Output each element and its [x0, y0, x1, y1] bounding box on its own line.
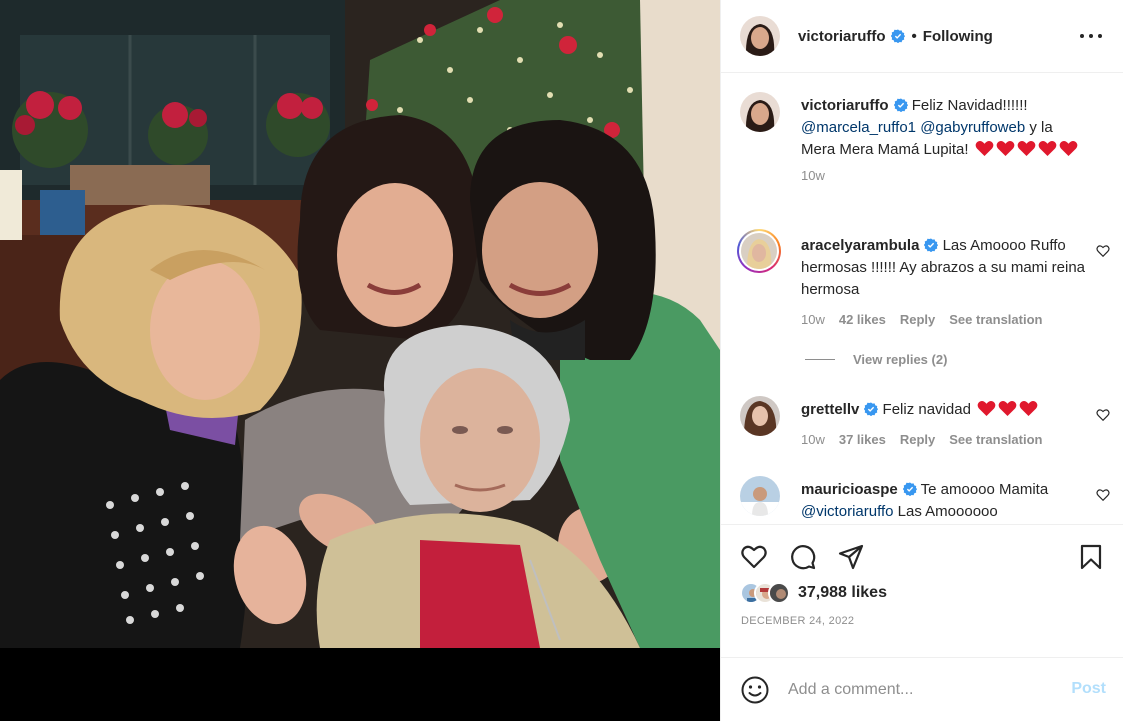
header-user: victoriaruffo • Following — [798, 28, 993, 45]
caption: victoriaruffo Feliz Navidad!!!!!! @marce… — [740, 92, 1110, 212]
comment-input[interactable] — [788, 678, 1048, 702]
comment-body: grettellv Feliz navidad 10w 37 likes Rep… — [801, 399, 1091, 451]
post-media[interactable] — [0, 0, 720, 721]
verified-icon — [924, 238, 939, 252]
comment-meta: 10w 37 likes Reply See translation — [801, 429, 1091, 451]
heart-emoji — [977, 401, 996, 417]
mention-link[interactable]: @gabyruffoweb — [920, 119, 1025, 136]
post-comment-button[interactable]: Post — [1071, 680, 1106, 698]
save-icon[interactable] — [1077, 543, 1105, 571]
comment-likes[interactable]: 37 likes — [839, 432, 886, 447]
heart-emoji — [1038, 141, 1057, 157]
mention-link[interactable]: @marcela_ruffo1 — [801, 119, 916, 136]
verified-icon — [902, 482, 917, 496]
comment-text: Te amoooo Mamita — [920, 481, 1049, 498]
comment-username[interactable]: mauricioaspe — [801, 481, 898, 498]
comment-username[interactable]: grettellv — [801, 401, 859, 418]
comment-row: aracelyarambula Las Amoooo Ruffo hermosa… — [737, 229, 1110, 342]
post-date[interactable]: DECEMBER 24, 2022 — [741, 615, 854, 627]
caption-username[interactable]: victoriaruffo — [801, 97, 889, 114]
reply-button[interactable]: Reply — [900, 312, 935, 327]
comment-text: Feliz navidad — [882, 401, 971, 418]
like-comment-icon[interactable] — [1096, 408, 1110, 422]
comment-composer: Post — [721, 657, 1123, 721]
likes-row[interactable]: 37,988 likes — [740, 582, 887, 604]
comment-body: aracelyarambula Las Amoooo Ruffo hermosa… — [801, 235, 1091, 331]
caption-avatar[interactable] — [740, 92, 780, 132]
verified-icon — [890, 29, 905, 43]
comments-list[interactable]: victoriaruffo Feliz Navidad!!!!!! @marce… — [721, 74, 1123, 524]
see-translation-button[interactable]: See translation — [949, 432, 1042, 447]
heart-emoji — [998, 401, 1017, 417]
separator-dot: • — [911, 27, 917, 45]
comment-time[interactable]: 10w — [801, 309, 825, 331]
caption-avatar-image — [740, 92, 780, 132]
post-photo[interactable] — [0, 0, 720, 648]
comment-meta: 10w 42 likes Reply See translation — [801, 309, 1091, 331]
commenter-avatar-image — [740, 476, 780, 516]
family-christmas-photo — [0, 0, 720, 648]
view-replies-button[interactable]: View replies (2) — [805, 352, 947, 367]
like-icon[interactable] — [740, 543, 768, 571]
commenter-avatar-image — [741, 233, 777, 269]
reply-button[interactable]: Reply — [900, 432, 935, 447]
comment-avatar[interactable] — [740, 396, 780, 436]
photo-letterbox — [0, 648, 720, 721]
more-options-icon[interactable] — [1080, 26, 1102, 46]
comment-username[interactable]: aracelyarambula — [801, 237, 919, 254]
comment-row: grettellv Feliz navidad 10w 37 likes Rep… — [740, 396, 1110, 466]
caption-body: victoriaruffo Feliz Navidad!!!!!! @marce… — [801, 95, 1091, 187]
heart-emoji — [1059, 141, 1078, 157]
post-header: victoriaruffo • Following — [721, 0, 1123, 73]
post-actions: 37,988 likes DECEMBER 24, 2022 — [721, 524, 1123, 658]
caption-text: Feliz Navidad!!!!!! — [911, 97, 1028, 114]
comment-likes[interactable]: 42 likes — [839, 312, 886, 327]
heart-emoji — [1019, 401, 1038, 417]
heart-emoji-group — [973, 141, 1078, 158]
caption-meta: 10w — [801, 165, 1091, 187]
heart-emoji — [1017, 141, 1036, 157]
share-icon[interactable] — [837, 543, 865, 571]
comment-row: mauricioaspe Te amoooo Mamita @victoriar… — [740, 476, 1110, 524]
comment-time[interactable]: 10w — [801, 429, 825, 451]
mention-link[interactable]: @victoriaruffo — [801, 503, 893, 520]
like-comment-icon[interactable] — [1096, 488, 1110, 502]
replies-divider — [805, 359, 835, 360]
commenter-avatar-image — [740, 396, 780, 436]
comment-body: mauricioaspe Te amoooo Mamita @victoriar… — [801, 479, 1091, 523]
verified-icon — [864, 402, 879, 416]
comment-avatar[interactable] — [737, 229, 781, 273]
comment-text: Las Amoooooo — [897, 503, 998, 520]
liker-avatar — [768, 582, 790, 604]
story-ring — [737, 229, 781, 273]
verified-icon — [893, 98, 908, 112]
comment-icon[interactable] — [789, 543, 817, 571]
heart-emoji — [975, 141, 994, 157]
post-sidebar: victoriaruffo • Following victoriaruffo — [720, 0, 1123, 721]
author-avatar-image — [740, 16, 780, 56]
see-translation-button[interactable]: See translation — [949, 312, 1042, 327]
comment-avatar[interactable] — [740, 476, 780, 516]
following-button[interactable]: Following — [923, 28, 993, 45]
like-comment-icon[interactable] — [1096, 244, 1110, 258]
author-avatar[interactable] — [740, 16, 780, 56]
heart-emoji-group — [975, 401, 1038, 418]
emoji-icon[interactable] — [740, 675, 770, 705]
likes-count[interactable]: 37,988 likes — [798, 584, 887, 602]
view-replies-label: View replies (2) — [853, 352, 948, 367]
heart-emoji — [996, 141, 1015, 157]
author-username[interactable]: victoriaruffo — [798, 28, 886, 45]
caption-time[interactable]: 10w — [801, 165, 825, 187]
